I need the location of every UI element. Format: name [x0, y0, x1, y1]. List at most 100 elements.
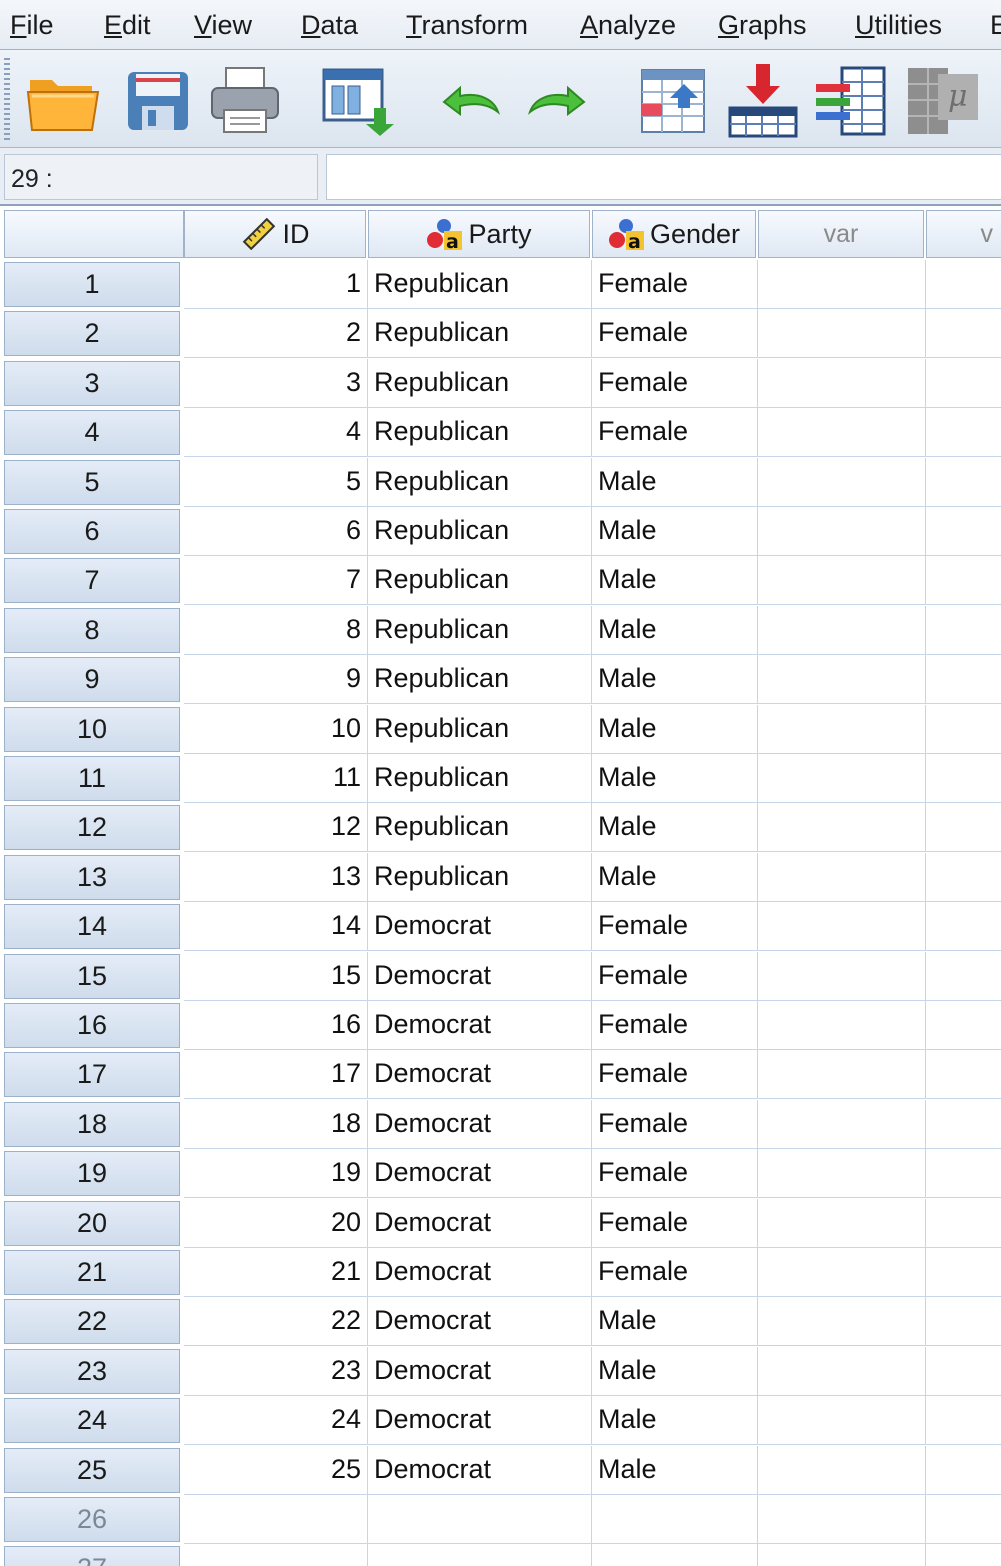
row-header[interactable]: 27 — [4, 1546, 180, 1566]
cell-party[interactable]: Republican — [368, 754, 592, 803]
row-header[interactable]: 13 — [4, 854, 180, 900]
cell-empty[interactable] — [926, 952, 1001, 1001]
cell-empty[interactable] — [926, 556, 1001, 606]
cell-empty[interactable] — [926, 1248, 1001, 1297]
cell-empty[interactable] — [926, 359, 1001, 408]
cell-party[interactable]: Republican — [368, 408, 592, 458]
row-header[interactable]: 3 — [4, 360, 180, 406]
cell-id[interactable]: 12 — [184, 803, 368, 853]
cell-party[interactable]: Democrat — [368, 951, 592, 1001]
row-header[interactable]: 20 — [4, 1200, 180, 1246]
cell-gender[interactable]: Male — [592, 1297, 758, 1347]
menu-data[interactable]: Data — [301, 10, 358, 41]
cell-empty[interactable] — [926, 655, 1001, 705]
cell-empty[interactable] — [926, 754, 1001, 803]
row-header[interactable]: 21 — [4, 1250, 180, 1295]
row-header[interactable]: 23 — [4, 1348, 180, 1394]
cell-party[interactable] — [368, 1544, 592, 1566]
cell-gender[interactable]: Female — [592, 358, 758, 408]
cell-empty[interactable] — [926, 1347, 1001, 1396]
row-header[interactable]: 6 — [4, 509, 180, 554]
cell-empty[interactable] — [758, 1495, 926, 1544]
cell-id[interactable]: 5 — [184, 457, 368, 507]
cell-empty[interactable] — [758, 704, 926, 754]
cell-id[interactable]: 7 — [184, 556, 368, 606]
cell-gender[interactable]: Female — [592, 1001, 758, 1050]
row-header[interactable]: 12 — [4, 805, 180, 851]
cell-empty[interactable] — [758, 309, 926, 359]
cell-gender[interactable]: Male — [592, 1396, 758, 1446]
cell-party[interactable]: Republican — [368, 457, 592, 507]
cell-empty[interactable] — [758, 902, 926, 952]
cell-empty[interactable] — [758, 754, 926, 803]
cell-party[interactable]: Democrat — [368, 1445, 592, 1495]
row-header[interactable]: 2 — [4, 311, 180, 357]
cell-empty[interactable] — [926, 1297, 1001, 1347]
print-icon[interactable] — [206, 62, 284, 138]
cell-id[interactable]: 2 — [184, 309, 368, 359]
cell-gender[interactable]: Male — [592, 457, 758, 507]
cell-gender[interactable]: Female — [592, 1050, 758, 1100]
cell-gender[interactable]: Female — [592, 309, 758, 359]
dialog-recall-icon[interactable] — [318, 62, 396, 138]
cell-party[interactable]: Republican — [368, 358, 592, 408]
cell-gender[interactable]: Male — [592, 754, 758, 803]
toolbar-grip[interactable] — [4, 58, 10, 140]
cell-id[interactable]: 10 — [184, 704, 368, 754]
cell-gender[interactable]: Male — [592, 1346, 758, 1396]
cell-id[interactable]: 13 — [184, 852, 368, 902]
cell-id[interactable]: 16 — [184, 1001, 368, 1050]
menu-analyze[interactable]: Analyze — [580, 10, 676, 41]
cell-empty[interactable] — [926, 853, 1001, 902]
cell-gender[interactable]: Male — [592, 852, 758, 902]
cell-id[interactable]: 8 — [184, 605, 368, 655]
cell-party[interactable]: Democrat — [368, 1346, 592, 1396]
cell-id[interactable]: 21 — [184, 1248, 368, 1297]
cell-id[interactable]: 14 — [184, 902, 368, 952]
cell-party[interactable]: Democrat — [368, 1099, 592, 1149]
cell-empty[interactable] — [758, 1149, 926, 1199]
cell-id[interactable]: 17 — [184, 1050, 368, 1100]
cell-empty[interactable] — [758, 1198, 926, 1248]
cell-gender[interactable]: Female — [592, 1198, 758, 1248]
cell-empty[interactable] — [926, 1001, 1001, 1050]
column-header-gender[interactable]: a Gender — [592, 210, 756, 258]
insert-cases-icon[interactable] — [724, 62, 802, 138]
cell-gender[interactable]: Female — [592, 1099, 758, 1149]
save-icon[interactable] — [120, 62, 198, 138]
cell-id[interactable]: 25 — [184, 1445, 368, 1495]
cell-empty[interactable] — [758, 358, 926, 408]
cell-party[interactable]: Republican — [368, 803, 592, 853]
cell-id[interactable]: 22 — [184, 1297, 368, 1347]
cell-id[interactable]: 18 — [184, 1099, 368, 1149]
value-labels-icon[interactable]: μ — [904, 62, 982, 138]
menu-graphs[interactable]: Graphs — [718, 10, 807, 41]
cell-empty[interactable] — [926, 408, 1001, 458]
cell-empty[interactable] — [926, 902, 1001, 952]
cell-empty[interactable] — [926, 309, 1001, 359]
menu-utilities[interactable]: Utilities — [855, 10, 942, 41]
cell-gender[interactable]: Female — [592, 260, 758, 309]
cell-empty[interactable] — [926, 705, 1001, 754]
row-header[interactable]: 18 — [4, 1101, 180, 1147]
cell-empty[interactable] — [758, 1544, 926, 1566]
cell-party[interactable]: Democrat — [368, 1248, 592, 1297]
row-header[interactable]: 22 — [4, 1299, 180, 1345]
cell-id[interactable]: 15 — [184, 951, 368, 1001]
cell-party[interactable]: Republican — [368, 309, 592, 359]
menu-view[interactable]: View — [194, 10, 252, 41]
cell-id[interactable]: 6 — [184, 507, 368, 556]
cell-party[interactable]: Republican — [368, 852, 592, 902]
cell-empty[interactable] — [758, 1099, 926, 1149]
cell-gender[interactable]: Male — [592, 1445, 758, 1495]
cell-empty[interactable] — [758, 951, 926, 1001]
menu-extensions[interactable]: E — [990, 10, 1001, 41]
cell-empty[interactable] — [758, 457, 926, 507]
menu-edit[interactable]: Edit — [104, 10, 151, 41]
cell-party[interactable] — [368, 1495, 592, 1544]
row-header[interactable]: 11 — [4, 756, 180, 801]
cell-party[interactable]: Democrat — [368, 1297, 592, 1347]
undo-icon[interactable] — [430, 62, 508, 138]
cell-id[interactable]: 4 — [184, 408, 368, 458]
cell-gender[interactable]: Female — [592, 1149, 758, 1199]
